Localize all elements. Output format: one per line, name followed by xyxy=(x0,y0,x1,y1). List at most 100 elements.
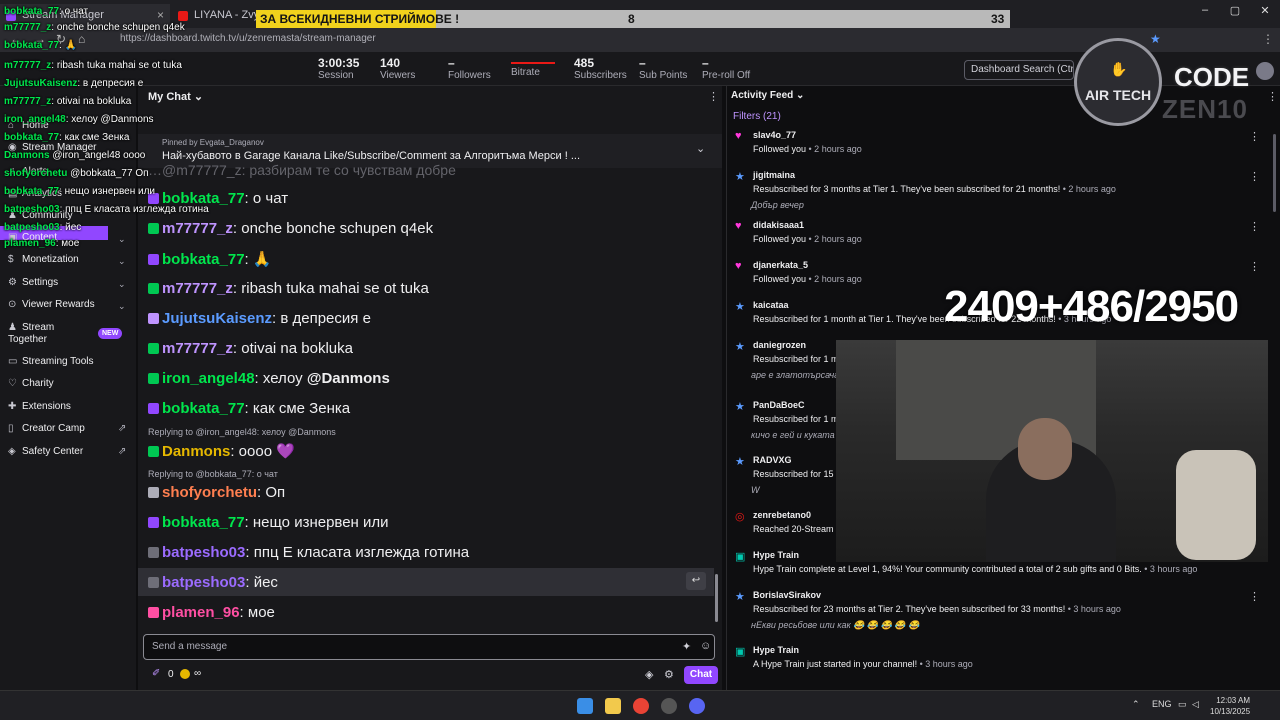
chevron-down-icon[interactable]: ⌄ xyxy=(118,279,126,290)
dashboard-search-input[interactable]: Dashboard Search (Ctrl xyxy=(964,60,1074,80)
more-options-icon[interactable]: ⋮ xyxy=(1267,90,1278,103)
sidebar-item-stream-together[interactable]: ♟ Stream Together xyxy=(8,322,78,346)
bookmark-star-icon[interactable]: ★ xyxy=(1150,32,1161,46)
clock[interactable]: 12:03 AM 10/13/2025 xyxy=(1210,695,1250,717)
more-options-icon[interactable]: ⋮ xyxy=(708,90,719,103)
language-indicator[interactable]: ENG xyxy=(1152,699,1172,709)
feed-username[interactable]: slav4o_77 xyxy=(753,130,796,140)
feed-username[interactable]: PanDaBoeC xyxy=(753,400,805,410)
chat-username[interactable]: bobkata_77 xyxy=(162,251,245,268)
chat-message[interactable]: m77777_z: otivai na bokluka xyxy=(148,340,353,357)
feed-username[interactable]: jigitmaina xyxy=(753,170,795,180)
chevron-down-icon[interactable]: ⌄ xyxy=(696,142,705,155)
chat-message[interactable]: shofyorchetu: Оп xyxy=(148,484,285,501)
feed-username[interactable]: didakisaaa1 xyxy=(753,220,804,230)
more-options-icon[interactable]: ⋮ xyxy=(1249,260,1260,273)
more-options-icon[interactable]: ⋮ xyxy=(1249,220,1260,233)
chat-title[interactable]: My Chat ⌄ xyxy=(148,90,203,103)
sparkle-icon[interactable]: ✦ xyxy=(682,640,691,653)
filters-link[interactable]: Filters (21) xyxy=(733,111,781,122)
obs-icon[interactable] xyxy=(661,698,677,714)
browser-menu-icon[interactable]: ⋮ xyxy=(1262,32,1274,46)
chat-username[interactable]: JujutsuKaisenz xyxy=(162,310,272,327)
chevron-down-icon[interactable]: ⌄ xyxy=(118,256,126,267)
feed-username[interactable]: RADVXG xyxy=(753,455,792,465)
channel-points-icon[interactable] xyxy=(180,669,190,679)
maximize-icon[interactable]: ▢ xyxy=(1220,4,1250,17)
feed-username[interactable]: djanerkata_5 xyxy=(753,260,808,270)
sidebar-item-label: Extensions xyxy=(22,401,71,412)
sidebar-item-settings[interactable]: ⚙ Settings xyxy=(8,277,58,288)
sidebar-item-viewer-rewards[interactable]: ⊙ Viewer Rewards xyxy=(8,299,95,310)
feed-username[interactable]: daniegrozen xyxy=(753,340,806,350)
sidebar-item-extensions[interactable]: ✚ Extensions xyxy=(8,401,71,412)
chat-message[interactable]: bobkata_77: как сме Зенка xyxy=(148,400,350,417)
chat-input[interactable]: Send a message ✦ ☺ xyxy=(143,634,715,660)
chat-username[interactable]: m77777_z xyxy=(162,220,233,237)
url-field[interactable]: https://dashboard.twitch.tv/u/zenremasta… xyxy=(120,33,376,44)
feed-scrollbar[interactable] xyxy=(1273,134,1276,212)
emote-icon[interactable]: ☺ xyxy=(700,640,711,652)
chat-username[interactable]: m77777_z xyxy=(162,280,233,297)
chevron-down-icon[interactable]: ⌄ xyxy=(118,301,126,312)
more-options-icon[interactable]: ⋮ xyxy=(1249,170,1260,183)
more-options-icon[interactable]: ⋮ xyxy=(1249,590,1260,603)
gear-icon[interactable]: ⚙ xyxy=(664,668,674,681)
more-options-icon[interactable]: ⋮ xyxy=(1249,130,1260,143)
minimize-icon[interactable]: – xyxy=(1190,4,1220,17)
sidebar-item-safety-center[interactable]: ◈ Safety Center xyxy=(8,446,83,457)
reply-icon[interactable]: ↩ xyxy=(686,572,706,590)
feed-username[interactable]: zenrebetano0 xyxy=(753,510,811,520)
chat-message[interactable]: m77777_z: onche bonche schupen q4ek xyxy=(148,220,433,237)
chat-username[interactable]: bobkata_77 xyxy=(162,514,245,531)
chat-scrollbar[interactable] xyxy=(715,574,718,622)
sidebar-item-charity[interactable]: ♡ Charity xyxy=(8,378,54,389)
chat-username[interactable]: iron_angel48 xyxy=(162,370,255,387)
chat-message[interactable]: m77777_z: ribash tuka mahai se ot tuka xyxy=(148,280,429,297)
file-explorer-icon[interactable] xyxy=(605,698,621,714)
chat-panel: My Chat ⌄ ⋮ Pinned by Evgata_Draganov На… xyxy=(138,86,722,690)
feed-username[interactable]: Hype Train xyxy=(753,550,799,560)
reply-context[interactable]: Replying to @bobkata_77: о чат xyxy=(148,469,278,479)
chat-username[interactable]: plamen_96 xyxy=(162,604,240,621)
tray-chevron-up-icon[interactable]: ⌃ xyxy=(1132,699,1140,710)
close-tab-icon[interactable]: × xyxy=(157,8,164,22)
avatar[interactable] xyxy=(1256,62,1274,80)
chevron-down-icon[interactable]: ⌄ xyxy=(118,234,126,245)
chat-username[interactable]: bobkata_77 xyxy=(162,400,245,417)
sidebar-item-streaming-tools[interactable]: ▭ Streaming Tools xyxy=(8,356,94,367)
reply-context[interactable]: Replying to @iron_angel48: хелоу @Danmon… xyxy=(148,427,336,437)
chat-message[interactable]: batpesho03: ппц Е класата изглежда готин… xyxy=(148,544,469,561)
chat-username[interactable]: Danmons xyxy=(162,443,230,460)
chat-message[interactable]: batpesho03: йес xyxy=(148,574,278,591)
close-window-icon[interactable]: ✕ xyxy=(1250,4,1280,17)
home-icon[interactable]: ⌂ xyxy=(78,32,85,46)
feed-username[interactable]: BorislavSirakov xyxy=(753,590,821,600)
chat-message[interactable]: iron_angel48: хелоу @Danmons xyxy=(148,370,390,387)
bits-icon[interactable]: ✐ xyxy=(152,668,160,679)
volume-icon[interactable]: ◁ xyxy=(1192,699,1199,710)
windows-start-icon[interactable] xyxy=(577,698,593,714)
discord-icon[interactable] xyxy=(689,698,705,714)
chat-message[interactable]: JujutsuKaisenz: в депресия е xyxy=(148,310,371,327)
chat-message[interactable]: plamen_96: мое xyxy=(148,604,275,621)
chat-message[interactable]: bobkata_77: 🙏 xyxy=(148,250,272,268)
logo-text: AIR TECH xyxy=(1084,87,1152,103)
chat-username[interactable]: shofyorchetu xyxy=(162,484,257,501)
mention[interactable]: @Danmons xyxy=(307,370,390,387)
chat-username[interactable]: m77777_z xyxy=(162,340,233,357)
chrome-icon[interactable] xyxy=(633,698,649,714)
network-icon[interactable]: ▭ xyxy=(1178,699,1187,710)
sidebar-item-monetization[interactable]: $ Monetization xyxy=(8,254,79,265)
stat-preroll[interactable]: – Pre-roll Off xyxy=(702,56,750,81)
feed-username[interactable]: Hype Train xyxy=(753,645,799,655)
sidebar-item-creator-camp[interactable]: ▯ Creator Camp xyxy=(8,423,85,434)
chat-username[interactable]: batpesho03 xyxy=(162,544,245,561)
feed-username[interactable]: kaicataa xyxy=(753,300,789,310)
chat-message[interactable]: bobkata_77: нещо изнервен или xyxy=(148,514,389,531)
activity-feed-title[interactable]: Activity Feed ⌄ xyxy=(731,90,804,101)
chat-username[interactable]: batpesho03 xyxy=(162,574,245,591)
shield-icon[interactable]: ◈ xyxy=(645,668,653,681)
chat-send-button[interactable]: Chat xyxy=(684,666,718,684)
chat-message[interactable]: Danmons: оооо 💜 xyxy=(148,442,295,460)
